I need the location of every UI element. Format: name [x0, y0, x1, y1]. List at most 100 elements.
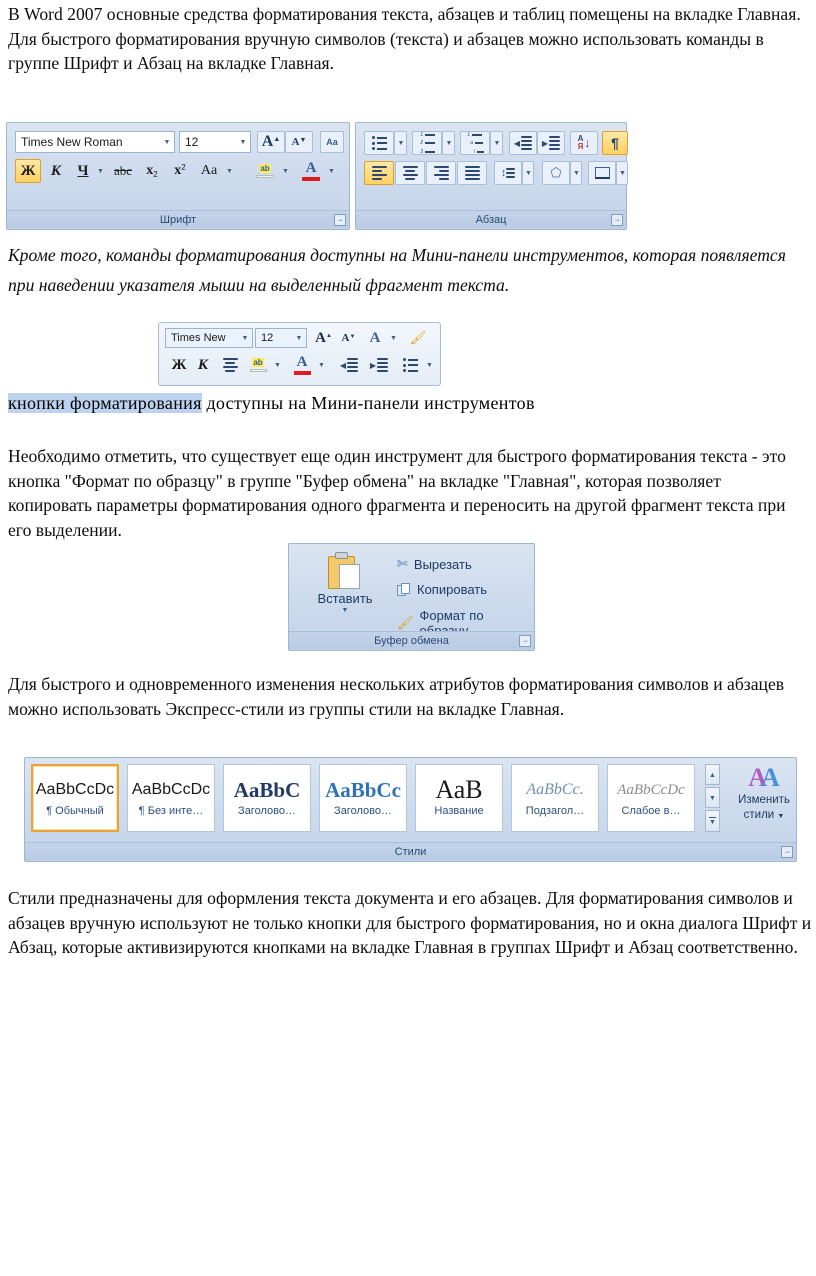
style-sample: AaBbCc.: [526, 780, 584, 798]
change-styles-icon: AA: [748, 763, 780, 792]
shading-dropdown[interactable]: ▼: [570, 161, 582, 185]
paragraph-dialog-launcher[interactable]: [611, 214, 623, 226]
style-sample: АаВ: [435, 774, 483, 804]
chevron-down-icon[interactable]: ▼: [160, 139, 174, 146]
mini-italic-button[interactable]: К: [191, 353, 215, 377]
mini-styles-button[interactable]: A: [363, 328, 387, 348]
styles-scroll-up-button[interactable]: ▲: [705, 764, 720, 785]
font-group-label: Шрифт: [7, 210, 349, 228]
mini-shrink-font-button[interactable]: A ▼: [336, 328, 361, 348]
chevron-down-icon[interactable]: ▼: [238, 335, 252, 342]
mini-font-color-button[interactable]: A: [289, 353, 315, 377]
change-case-dropdown[interactable]: ▼: [223, 159, 235, 183]
clipboard-dialog-launcher[interactable]: [519, 635, 531, 647]
mini-grow-font-button[interactable]: A ▲: [311, 328, 336, 348]
mini-font-color-dropdown[interactable]: ▼: [315, 353, 327, 377]
paste-label: Вставить: [317, 591, 373, 606]
style-tile[interactable]: AaBbCcDc ¶ Обычный: [31, 764, 119, 832]
line-spacing-icon[interactable]: ↕: [494, 161, 522, 185]
change-case-button[interactable]: Aa: [195, 159, 223, 183]
align-center-icon[interactable]: [395, 161, 425, 185]
justify-icon[interactable]: [457, 161, 487, 185]
ribbon-group-styles: AaBbCcDc ¶ Обычный AaBbCcDc ¶ Без инте… AaBb…: [24, 757, 797, 862]
underline-dropdown[interactable]: ▼: [94, 159, 106, 183]
shading-icon[interactable]: ⬠: [542, 161, 570, 185]
styles-scrollbar[interactable]: ▲ ▼ ▼: [705, 764, 720, 832]
style-tile[interactable]: АаВ Название: [415, 764, 503, 832]
copy-button[interactable]: Копировать: [397, 582, 487, 597]
multilevel-list-dropdown[interactable]: ▼: [490, 131, 503, 155]
mini-font-size-combobox[interactable]: 12 ▼: [255, 328, 307, 348]
paragraph-format-painter: Необходимо отметить, что существует еще …: [8, 446, 786, 540]
superscript-button[interactable]: x 2: [167, 159, 193, 183]
bold-button[interactable]: Ж: [15, 159, 41, 183]
mini-decrease-indent-icon[interactable]: ◀: [335, 353, 363, 377]
style-name: ¶ Без инте…: [138, 804, 204, 817]
mini-styles-dropdown[interactable]: ▼: [387, 328, 399, 348]
italic-button[interactable]: К: [43, 159, 69, 183]
style-name: Заголово…: [334, 804, 392, 817]
show-formatting-marks-button[interactable]: ¶: [602, 131, 628, 155]
increase-indent-icon[interactable]: ▶: [537, 131, 565, 155]
style-tile[interactable]: AaBbC Заголово…: [223, 764, 311, 832]
mini-bold-button[interactable]: Ж: [167, 353, 191, 377]
ribbon-group-paragraph: ▼ 123 ▼ 1ai ▼ ◀ ▶ A Я ↓ ¶ ↕ ▼ ⬠ ▼ ▼ Абза…: [355, 122, 628, 230]
styles-dialog-launcher[interactable]: [781, 846, 793, 858]
chevron-down-icon[interactable]: ▼: [292, 335, 306, 342]
ribbon-group-clipboard: Вставить ▼ ✄ Вырезать Копировать 🖌 Форма…: [288, 543, 535, 651]
styles-more-button[interactable]: ▼: [705, 810, 720, 832]
underline-button[interactable]: Ч: [71, 159, 95, 183]
strikethrough-button[interactable]: abc: [109, 159, 137, 183]
clear-formatting-button[interactable]: Aa: [320, 131, 344, 153]
paste-button[interactable]: Вставить ▼: [305, 550, 385, 626]
align-left-icon[interactable]: [364, 161, 394, 185]
line-spacing-dropdown[interactable]: ▼: [522, 161, 534, 185]
format-painter-icon[interactable]: 🖌: [405, 328, 431, 348]
style-tile[interactable]: AaBbCc Заголово…: [319, 764, 407, 832]
font-name-combobox[interactable]: Times New Roman ▼: [15, 131, 175, 153]
style-tile[interactable]: AaBbCc. Подзагол…: [511, 764, 599, 832]
mini-bullets-icon[interactable]: [397, 353, 423, 377]
document-page: В Word 2007 основные средства форматиров…: [0, 0, 816, 1276]
bullets-dropdown[interactable]: ▼: [394, 131, 407, 155]
style-tile[interactable]: AaBbCcDc Слабое в…: [607, 764, 695, 832]
styles-scroll-down-button[interactable]: ▼: [705, 787, 720, 808]
decrease-indent-icon[interactable]: ◀: [509, 131, 537, 155]
mini-highlight-button[interactable]: ab: [245, 353, 271, 377]
paragraph-styles-intro: Для быстрого и одновременного изменения …: [8, 674, 785, 719]
borders-icon[interactable]: [588, 161, 616, 185]
sort-button[interactable]: A Я ↓: [570, 131, 598, 155]
style-tile[interactable]: AaBbCcDc ¶ Без инте…: [127, 764, 215, 832]
mini-highlight-dropdown[interactable]: ▼: [271, 353, 283, 377]
mini-align-center-icon[interactable]: [217, 353, 243, 377]
mini-bullets-dropdown[interactable]: ▼: [423, 353, 435, 377]
shrink-font-button[interactable]: A ▼: [285, 131, 313, 153]
grow-font-button[interactable]: A ▲: [257, 131, 285, 153]
style-sample: AaBbCcDc: [35, 780, 115, 798]
style-name: Заголово…: [238, 804, 296, 817]
scissors-icon: ✄: [397, 556, 408, 571]
bullets-icon[interactable]: [364, 131, 394, 155]
numbering-icon[interactable]: 123: [412, 131, 442, 155]
mini-increase-indent-icon[interactable]: ▶: [365, 353, 393, 377]
align-right-icon[interactable]: [426, 161, 456, 185]
font-dialog-launcher[interactable]: [334, 214, 346, 226]
paste-dropdown-caret[interactable]: ▼: [342, 606, 349, 614]
style-name: Слабое в…: [621, 804, 681, 817]
text-highlight-button[interactable]: ab: [251, 159, 279, 183]
font-size-value: 12: [185, 135, 199, 149]
font-size-combobox[interactable]: 12 ▼: [179, 131, 251, 153]
cut-button[interactable]: ✄ Вырезать: [397, 556, 472, 572]
highlight-dropdown[interactable]: ▼: [279, 159, 291, 183]
borders-dropdown[interactable]: ▼: [616, 161, 628, 185]
subscript-button[interactable]: x 2: [139, 159, 165, 183]
change-styles-button[interactable]: AA Изменить стили ▼: [725, 764, 803, 836]
paragraph-styles-purpose: Стили предназначены для оформления текст…: [8, 888, 812, 957]
font-color-button[interactable]: A: [297, 159, 325, 183]
numbering-dropdown[interactable]: ▼: [442, 131, 455, 155]
font-color-dropdown[interactable]: ▼: [325, 159, 337, 183]
chevron-down-icon[interactable]: ▼: [236, 139, 250, 146]
format-painter-icon: 🖌: [397, 615, 414, 630]
multilevel-list-icon[interactable]: 1ai: [460, 131, 490, 155]
mini-font-name-combobox[interactable]: Times New ▼: [165, 328, 253, 348]
